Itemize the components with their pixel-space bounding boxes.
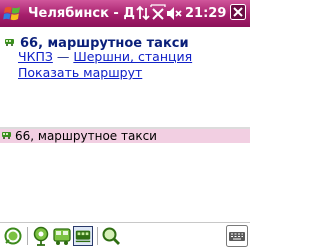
stops-separator: — bbox=[56, 49, 70, 64]
bottom-toolbar bbox=[0, 222, 250, 251]
bus-icon bbox=[2, 132, 11, 139]
close-icon[interactable] bbox=[230, 4, 246, 20]
show-route-row: Показать маршрут bbox=[18, 65, 142, 81]
toolbar-separator bbox=[97, 227, 98, 245]
toolbar-separator bbox=[27, 227, 28, 245]
clock[interactable]: 21:29 bbox=[185, 5, 226, 22]
stop-to-link[interactable]: Шершни, станция bbox=[73, 49, 192, 64]
find-icon[interactable] bbox=[101, 226, 121, 246]
keyboard-icon[interactable] bbox=[226, 225, 248, 247]
bus-icon bbox=[5, 39, 14, 46]
bus-routes-icon[interactable] bbox=[52, 226, 72, 246]
list-item-label: 66, маршрутное такси bbox=[15, 129, 157, 143]
windows-start-icon[interactable] bbox=[3, 4, 22, 23]
volume-muted-icon[interactable] bbox=[166, 5, 182, 22]
show-route-link[interactable]: Показать маршрут bbox=[18, 65, 142, 80]
route-stops: ЧКПЗ — Шершни, станция bbox=[18, 49, 192, 65]
status-bar: Челябинск - Д 21:29 bbox=[0, 0, 250, 27]
search-icon[interactable] bbox=[3, 226, 23, 246]
connectivity-icon[interactable] bbox=[135, 5, 151, 22]
stops-icon[interactable] bbox=[31, 226, 51, 246]
list-item[interactable]: 66, маршрутное такси bbox=[0, 129, 250, 143]
no-signal-icon[interactable] bbox=[150, 4, 166, 21]
route-details: 66, маршрутное такси ЧКПЗ — Шершни, стан… bbox=[0, 27, 250, 127]
window-title: Челябинск - Д bbox=[28, 6, 135, 21]
tram-routes-icon[interactable] bbox=[73, 226, 93, 246]
stop-from-link[interactable]: ЧКПЗ bbox=[18, 49, 53, 64]
